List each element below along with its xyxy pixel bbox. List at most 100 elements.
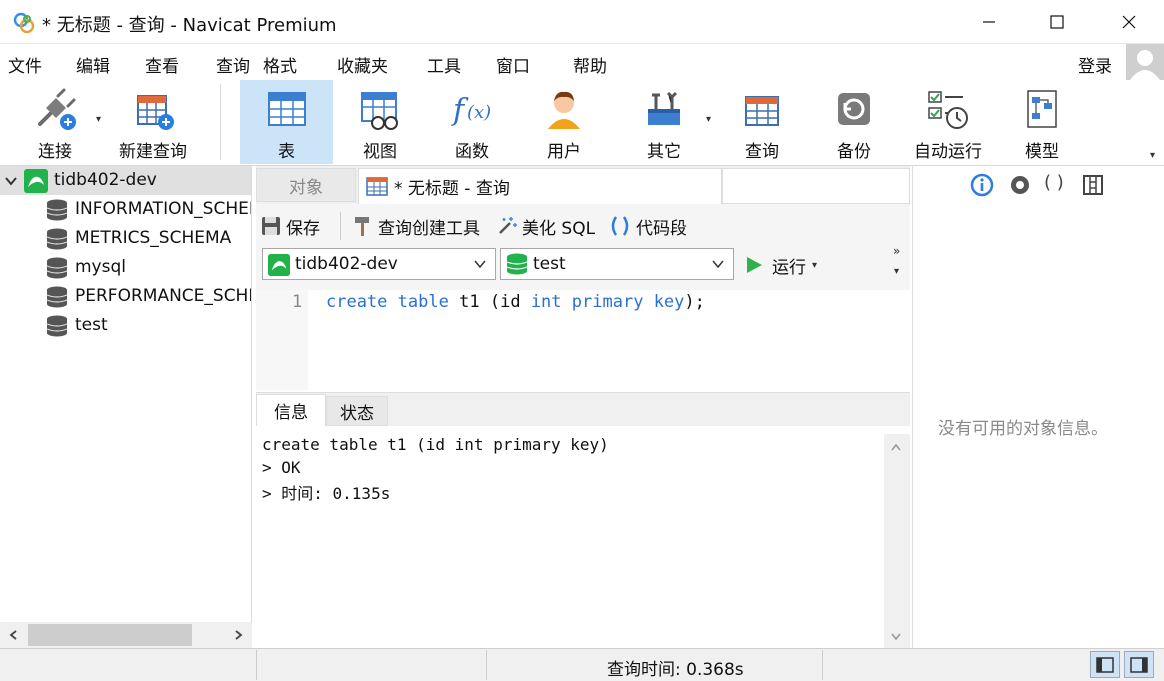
menu-tools[interactable]: 工具 — [427, 52, 461, 77]
menu-format[interactable]: 格式 — [263, 52, 297, 77]
scroll-up-icon[interactable] — [890, 442, 902, 454]
sql-keyword: int — [530, 292, 562, 312]
tab-status[interactable]: 状态 — [326, 396, 388, 426]
tree-item-database[interactable]: INFORMATION_SCHEMA — [0, 195, 251, 224]
user-icon — [539, 84, 589, 134]
tab-empty-area — [722, 168, 910, 204]
database-green-icon — [506, 253, 528, 275]
info-icon[interactable] — [970, 173, 994, 197]
scroll-right-icon[interactable] — [232, 629, 244, 641]
tab-query-label: * 无标题 - 查询 — [394, 179, 510, 199]
table-button[interactable]: 表 — [240, 80, 333, 164]
database-select[interactable]: test — [500, 248, 734, 280]
chevron-down-icon[interactable] — [4, 174, 18, 188]
toggle-right-pane-button[interactable] — [1124, 651, 1154, 678]
minimize-button[interactable] — [954, 0, 1024, 44]
toolbar-overflow-icon[interactable]: ▾ — [1150, 150, 1155, 161]
connect-label: 连接 — [38, 142, 72, 162]
automation-label: 自动运行 — [914, 142, 982, 162]
tree-item-database[interactable]: test — [0, 311, 251, 340]
menu-help[interactable]: 帮助 — [573, 52, 607, 77]
automation-button[interactable]: 自动运行 — [900, 80, 996, 164]
login-link[interactable]: 登录 — [1078, 52, 1112, 77]
scroll-left-icon[interactable] — [8, 629, 20, 641]
snippet-label: 代码段 — [636, 218, 687, 239]
connection-select[interactable]: tidb402-dev — [262, 248, 496, 280]
line-number: 1 — [292, 292, 303, 312]
database-name: METRICS_SCHEMA — [75, 228, 232, 248]
snippet-button[interactable]: 代码段 — [608, 213, 687, 239]
user-button[interactable]: 用户 — [518, 80, 610, 164]
backup-label: 备份 — [837, 142, 871, 162]
column-layout-icon[interactable] — [1082, 174, 1104, 196]
run-label: 运行 — [772, 257, 806, 278]
overflow-dropdown-icon[interactable]: ▾ — [894, 266, 899, 277]
menu-edit[interactable]: 编辑 — [76, 52, 110, 77]
new-query-button[interactable]: 新建查询 — [108, 80, 198, 164]
scroll-down-icon[interactable] — [890, 630, 902, 642]
beautify-sql-button[interactable]: 美化 SQL — [496, 213, 595, 239]
tree-item-connection[interactable]: tidb402-dev — [0, 166, 251, 195]
database-name: mysql — [75, 257, 126, 277]
minimize-icon — [983, 21, 995, 23]
backup-button[interactable]: 备份 — [808, 80, 900, 164]
ddl-parentheses-icon[interactable]: ( ) — [1044, 172, 1064, 193]
backup-icon — [829, 84, 879, 134]
svg-text:(x): (x) — [467, 102, 491, 123]
menu-window[interactable]: 窗口 — [496, 52, 530, 77]
output-vertical-scrollbar[interactable] — [884, 434, 910, 648]
other-button[interactable]: 其它 — [618, 80, 710, 164]
view-label: 视图 — [363, 142, 397, 162]
database-icon — [46, 315, 68, 337]
save-button[interactable]: 保存 — [260, 213, 320, 239]
output-line: > OK — [262, 458, 301, 477]
database-name: INFORMATION_SCHEMA — [75, 199, 251, 219]
model-icon — [1017, 84, 1067, 134]
model-button[interactable]: 模型 — [996, 80, 1088, 164]
tree-item-database[interactable]: METRICS_SCHEMA — [0, 224, 251, 253]
database-name: PERFORMANCE_SCHEMA — [75, 286, 251, 306]
query-builder-button[interactable]: 查询创建工具 — [352, 213, 480, 239]
tab-objects[interactable]: 对象 — [256, 168, 356, 202]
query-builder-label: 查询创建工具 — [378, 218, 480, 239]
toggle-left-pane-button[interactable] — [1090, 651, 1120, 678]
menu-query[interactable]: 查询 — [216, 52, 250, 77]
connect-button[interactable]: 连接 — [14, 80, 96, 164]
hammer-icon — [355, 217, 369, 236]
chevron-down-icon — [474, 260, 486, 269]
run-dropdown-arrow-icon[interactable]: ▾ — [812, 260, 817, 271]
avatar[interactable] — [1126, 44, 1164, 80]
menu-file[interactable]: 文件 — [8, 52, 42, 77]
connect-dropdown-arrow-icon[interactable]: ▾ — [96, 114, 101, 125]
scrollbar-thumb[interactable] — [28, 624, 192, 646]
query-label: 查询 — [745, 142, 779, 162]
sql-text: (id — [489, 292, 521, 312]
beautify-sql-label: 美化 SQL — [522, 218, 596, 239]
save-disk-icon — [262, 217, 280, 235]
function-button[interactable]: f (x) 函数 — [426, 80, 518, 164]
overflow-chevron-icon[interactable]: » — [893, 244, 900, 258]
other-dropdown-arrow-icon[interactable]: ▾ — [706, 114, 711, 125]
connection-select-value: tidb402-dev — [295, 254, 398, 274]
sql-text: ); — [684, 292, 705, 312]
navicat-logo-icon — [13, 12, 35, 34]
close-icon — [1122, 15, 1136, 29]
table-label: 表 — [278, 142, 295, 162]
tab-info[interactable]: 信息 — [256, 394, 326, 426]
menu-view[interactable]: 查看 — [145, 52, 179, 77]
tree-item-database[interactable]: mysql — [0, 253, 251, 282]
maximize-button[interactable] — [1022, 0, 1092, 44]
plug-icon — [30, 84, 80, 134]
view-button[interactable]: 视图 — [334, 80, 426, 164]
user-label: 用户 — [547, 142, 581, 162]
code-line[interactable]: create table t1 (id int primary key); — [326, 292, 705, 312]
tree-item-database[interactable]: PERFORMANCE_SCHEMA — [0, 282, 251, 311]
database-icon — [46, 286, 68, 308]
menu-favorites[interactable]: 收藏夹 — [337, 52, 388, 77]
preview-eye-icon[interactable] — [1008, 173, 1032, 197]
close-button[interactable] — [1094, 0, 1164, 44]
query-button[interactable]: 查询 — [716, 80, 808, 164]
play-icon — [747, 257, 762, 273]
new-query-icon — [128, 84, 178, 134]
run-button[interactable]: 运行 ▾ — [744, 252, 817, 278]
